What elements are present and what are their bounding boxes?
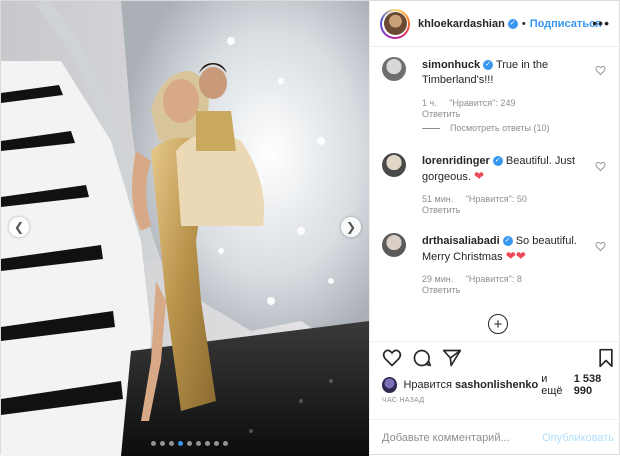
verified-badge-icon: ✓: [507, 18, 518, 29]
comment-item: drthaisaliabadi ✓ So beautiful. Merry Chr…: [382, 233, 618, 303]
comment-likes[interactable]: "Нравится": 249: [449, 98, 515, 108]
verified-badge-icon: ✓: [502, 236, 513, 247]
liker-avatar[interactable]: [382, 377, 398, 393]
commenter-avatar[interactable]: [382, 153, 406, 177]
reply-button[interactable]: Ответить: [422, 285, 460, 295]
carousel-dot: [187, 441, 192, 446]
post-header: khloekardashian ✓ • Подписаться •••: [370, 1, 620, 47]
heart-icon[interactable]: [382, 348, 402, 368]
bookmark-icon[interactable]: [596, 348, 616, 368]
reply-button[interactable]: Ответить: [422, 109, 460, 119]
comment-age: 51 мин.: [422, 194, 454, 204]
comment-composer: Опубликовать: [370, 419, 620, 456]
post-photo[interactable]: ❮ ❯: [1, 1, 369, 456]
comments-list: simonhuck ✓ True in the Timberland's!!! 1…: [370, 47, 620, 337]
commenter-username[interactable]: simonhuck: [422, 59, 480, 71]
comment-text: drthaisaliabadi ✓ So beautiful. Merry Chr…: [422, 234, 592, 265]
reply-button[interactable]: Ответить: [422, 205, 460, 215]
carousel-dots: [151, 441, 228, 446]
author-avatar[interactable]: [380, 8, 410, 39]
action-bar: [370, 341, 620, 373]
paper-plane-icon[interactable]: [442, 348, 462, 368]
comment-meta: 29 мин. "Нравится": 8: [422, 273, 532, 285]
comment-item: lorenridinger ✓ Beautiful. Just gorgeous.…: [382, 153, 618, 223]
view-replies-button[interactable]: Посмотреть ответы (10): [422, 123, 550, 133]
chevron-right-icon[interactable]: ❯: [341, 217, 361, 237]
comment-likes[interactable]: "Нравится": 50: [466, 194, 527, 204]
replies-line: [422, 127, 440, 129]
comment-bubble-icon[interactable]: [412, 348, 432, 368]
carousel-dot: [178, 441, 183, 446]
instagram-post-modal: ❮ ❯ khloekardashian ✓ • Подписаться ••• …: [0, 0, 620, 456]
commenter-username[interactable]: lorenridinger: [422, 155, 490, 167]
red-heart-emoji-icon: ❤: [474, 169, 485, 183]
carousel-dot: [169, 441, 174, 446]
plus-circle-icon[interactable]: +: [488, 314, 508, 334]
publish-button[interactable]: Опубликовать: [542, 432, 614, 444]
post-timestamp: ЧАС НАЗАД: [382, 397, 425, 404]
liker-username[interactable]: sashonlishenko: [455, 379, 538, 391]
comment-meta: 1 ч. "Нравится": 249: [422, 97, 525, 109]
chevron-left-icon[interactable]: ❮: [9, 217, 29, 237]
likes-summary: Нравится sashonlishenko и ещё 1 538 990: [382, 373, 620, 397]
likes-prefix: Нравится: [403, 379, 452, 391]
commenter-avatar[interactable]: [382, 233, 406, 257]
carousel-dot: [151, 441, 156, 446]
red-heart-emoji-icon: ❤❤: [505, 249, 526, 263]
carousel-dot: [214, 441, 219, 446]
verified-badge-icon: ✓: [492, 156, 503, 167]
author-username[interactable]: khloekardashian: [418, 18, 505, 30]
carousel-dot: [205, 441, 210, 446]
carousel-dot: [196, 441, 201, 446]
carousel-dot: [160, 441, 165, 446]
likes-and: и ещё: [541, 373, 563, 397]
comment-age: 29 мин.: [422, 274, 454, 284]
view-replies-label: Посмотреть ответы (10): [450, 123, 550, 133]
comment-item: simonhuck ✓ True in the Timberland's!!! 1…: [382, 57, 618, 127]
commenter-avatar[interactable]: [382, 57, 406, 81]
comment-text: lorenridinger ✓ Beautiful. Just gorgeous.…: [422, 154, 592, 185]
comment-text: simonhuck ✓ True in the Timberland's!!!: [422, 58, 592, 88]
more-options-icon[interactable]: •••: [592, 15, 610, 31]
carousel-dot: [223, 441, 228, 446]
heart-icon[interactable]: [595, 161, 606, 172]
post-side-panel: khloekardashian ✓ • Подписаться ••• simo…: [369, 1, 620, 456]
verified-badge-icon: ✓: [483, 60, 494, 71]
comment-age: 1 ч.: [422, 98, 437, 108]
separator-dot: •: [521, 17, 526, 30]
comment-likes[interactable]: "Нравится": 8: [466, 274, 522, 284]
commenter-username[interactable]: drthaisaliabadi: [422, 235, 500, 247]
photo-illustration: [1, 1, 369, 456]
heart-icon[interactable]: [595, 241, 606, 252]
follow-button[interactable]: Подписаться: [530, 18, 602, 30]
heart-icon[interactable]: [595, 65, 606, 76]
likes-count[interactable]: 1 538 990: [574, 373, 620, 397]
comment-meta: 51 мин. "Нравится": 50: [422, 193, 537, 205]
comment-input[interactable]: [382, 432, 542, 444]
